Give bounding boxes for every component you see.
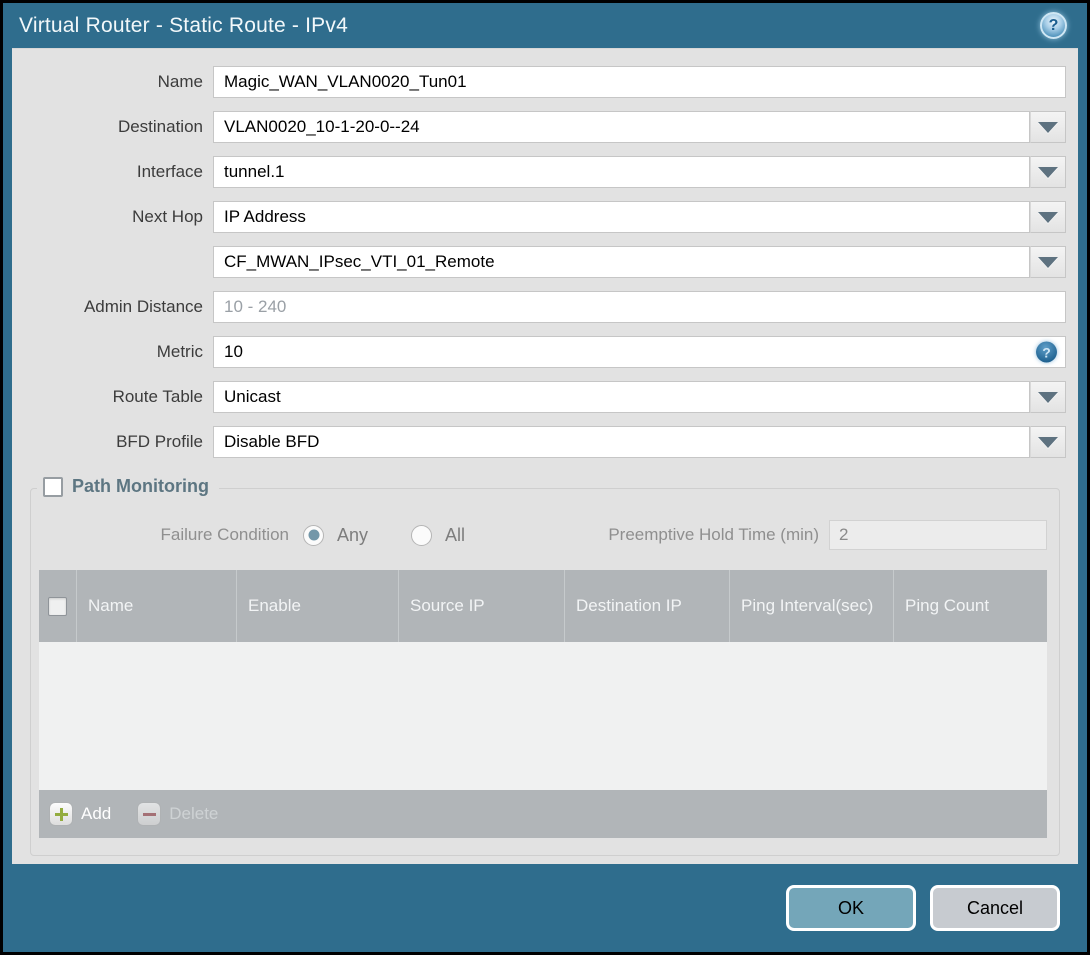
bfd-profile-dropdown-button[interactable] bbox=[1030, 426, 1066, 458]
chevron-down-icon bbox=[1038, 391, 1058, 403]
name-label: Name bbox=[157, 72, 203, 91]
cancel-button[interactable]: Cancel bbox=[930, 885, 1060, 931]
path-monitoring-legend: Path Monitoring bbox=[37, 476, 219, 497]
failure-condition-any-label: Any bbox=[337, 524, 369, 545]
add-button-label: Add bbox=[81, 804, 112, 823]
form-row-admin-distance: Admin Distance bbox=[24, 291, 1066, 323]
preemptive-hold-time-group: Preemptive Hold Time (min) bbox=[608, 520, 1059, 550]
table-header-destination-ip: Destination IP bbox=[564, 570, 729, 642]
delete-button: Delete bbox=[137, 802, 218, 826]
preemptive-hold-time-input bbox=[829, 520, 1047, 550]
chevron-down-icon bbox=[1038, 166, 1058, 178]
interface-label: Interface bbox=[136, 162, 203, 181]
table-body-empty bbox=[39, 642, 1047, 790]
path-monitoring-title: Path Monitoring bbox=[72, 476, 209, 496]
preemptive-hold-time-label: Preemptive Hold Time (min) bbox=[608, 525, 819, 544]
dialog-titlebar: Virtual Router - Static Route - IPv4 ? bbox=[3, 3, 1087, 48]
ok-button[interactable]: OK bbox=[786, 885, 916, 931]
failure-condition-label: Failure Condition bbox=[160, 525, 289, 544]
delete-button-label: Delete bbox=[169, 804, 219, 823]
form-row-next-hop: Next Hop bbox=[24, 201, 1066, 233]
path-monitoring-checkbox[interactable] bbox=[43, 476, 63, 497]
static-route-form: Name Destination Interface bbox=[12, 49, 1078, 458]
form-row-name: Name bbox=[24, 66, 1066, 98]
table-header-name: Name bbox=[76, 570, 236, 642]
table-header-select-all bbox=[39, 570, 76, 642]
chevron-down-icon bbox=[1038, 256, 1058, 268]
form-row-destination: Destination bbox=[24, 111, 1066, 143]
route-table-input[interactable] bbox=[213, 381, 1030, 413]
bfd-profile-label: BFD Profile bbox=[116, 432, 203, 451]
chevron-down-icon bbox=[1038, 121, 1058, 133]
failure-condition-any-radio bbox=[303, 524, 324, 546]
dialog-screen: Virtual Router - Static Route - IPv4 ? N… bbox=[0, 0, 1090, 955]
table-header: Name Enable Source IP Destination IP Pin… bbox=[39, 570, 1047, 642]
next-hop-type-input[interactable] bbox=[213, 201, 1030, 233]
metric-info-icon[interactable]: ? bbox=[1036, 341, 1057, 363]
route-table-label: Route Table bbox=[112, 387, 203, 406]
next-hop-dropdown-button[interactable] bbox=[1030, 201, 1066, 233]
select-all-checkbox bbox=[48, 596, 67, 616]
metric-label: Metric bbox=[156, 342, 203, 361]
next-hop-label: Next Hop bbox=[132, 207, 203, 226]
bfd-profile-input[interactable] bbox=[213, 426, 1030, 458]
form-row-metric: Metric ? bbox=[24, 336, 1066, 368]
destination-label: Destination bbox=[117, 117, 203, 136]
admin-distance-input[interactable] bbox=[213, 291, 1066, 323]
table-header-enable: Enable bbox=[236, 570, 398, 642]
interface-dropdown-button[interactable] bbox=[1030, 156, 1066, 188]
help-icon[interactable]: ? bbox=[1040, 12, 1067, 39]
form-row-route-table: Route Table bbox=[24, 381, 1066, 413]
dialog-title: Virtual Router - Static Route - IPv4 bbox=[19, 13, 348, 37]
add-button[interactable]: Add bbox=[49, 802, 111, 826]
failure-condition-all-radio bbox=[411, 524, 433, 546]
dialog-frame: Virtual Router - Static Route - IPv4 ? N… bbox=[3, 3, 1087, 952]
failure-condition-row: Failure Condition Any All Preemptive Hol… bbox=[31, 519, 1059, 551]
destination-input[interactable] bbox=[213, 111, 1030, 143]
add-plus-icon bbox=[49, 802, 73, 826]
route-table-dropdown-button[interactable] bbox=[1030, 381, 1066, 413]
metric-input[interactable] bbox=[213, 336, 1066, 368]
delete-minus-icon bbox=[137, 802, 162, 826]
destination-dropdown-button[interactable] bbox=[1030, 111, 1066, 143]
form-row-interface: Interface bbox=[24, 156, 1066, 188]
chevron-down-icon bbox=[1038, 211, 1058, 223]
next-hop-address-input[interactable] bbox=[213, 246, 1030, 278]
table-header-source-ip: Source IP bbox=[398, 570, 564, 642]
form-row-next-hop-address bbox=[24, 246, 1066, 278]
table-toolbar: Add Delete bbox=[39, 790, 1047, 838]
failure-condition-all-label: All bbox=[445, 524, 466, 545]
dialog-footer: OK Cancel bbox=[12, 864, 1078, 952]
path-monitoring-table: Name Enable Source IP Destination IP Pin… bbox=[39, 570, 1047, 838]
dialog-body: Name Destination Interface bbox=[12, 48, 1078, 864]
chevron-down-icon bbox=[1038, 436, 1058, 448]
admin-distance-label: Admin Distance bbox=[83, 297, 203, 316]
form-row-bfd-profile: BFD Profile bbox=[24, 426, 1066, 458]
path-monitoring-section: Path Monitoring Failure Condition Any Al… bbox=[30, 476, 1060, 856]
table-header-ping-interval: Ping Interval(sec) bbox=[729, 570, 893, 642]
next-hop-address-dropdown-button[interactable] bbox=[1030, 246, 1066, 278]
table-header-ping-count: Ping Count bbox=[893, 570, 1047, 642]
interface-input[interactable] bbox=[213, 156, 1030, 188]
name-input[interactable] bbox=[213, 66, 1066, 98]
